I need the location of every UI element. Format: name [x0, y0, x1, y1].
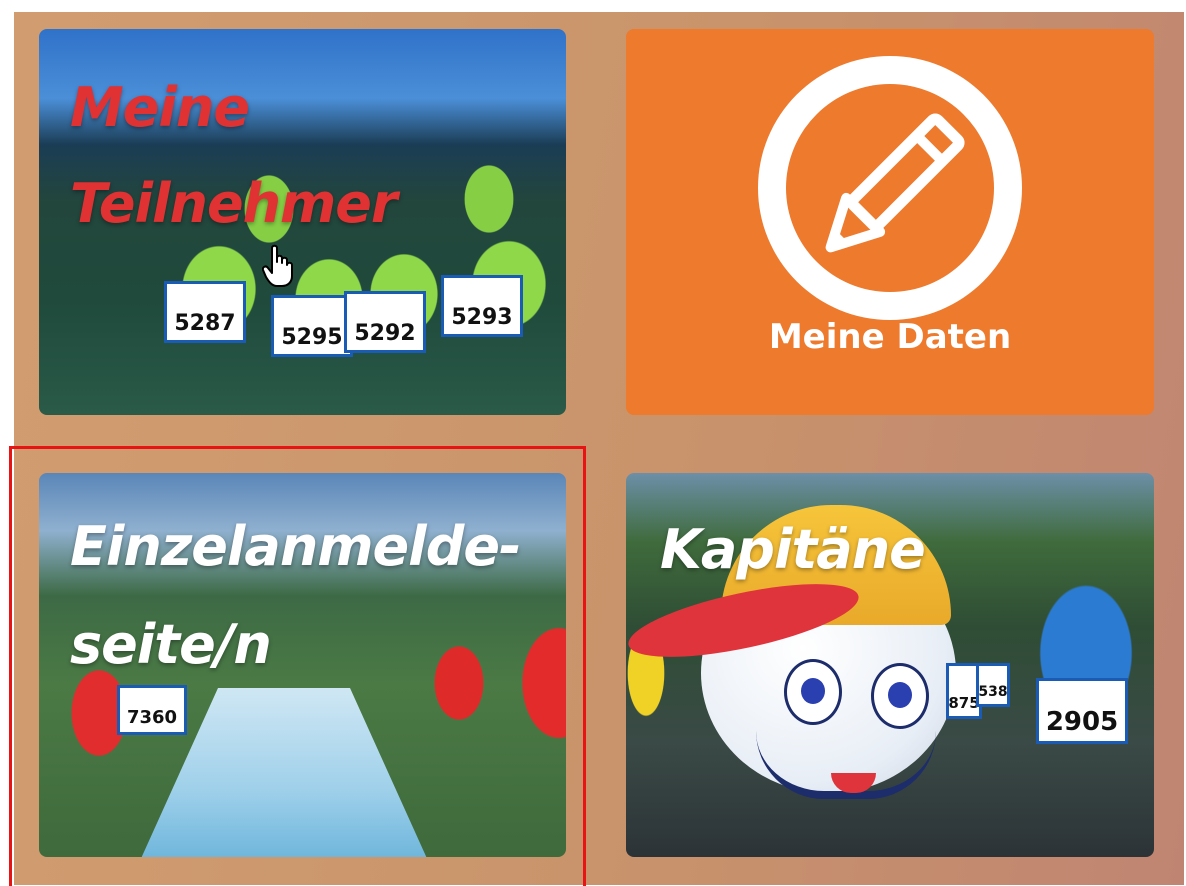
- tile-title-meine-teilnehmer: Meine Teilnehmer: [70, 76, 398, 235]
- hand-pointer-icon: [261, 244, 294, 288]
- bib-number: 5292: [344, 291, 426, 353]
- tile-meine-daten[interactable]: Meine Daten: [626, 29, 1154, 415]
- tile-title-kapitaene: Kapitäne: [660, 518, 926, 581]
- mascot-eye: [871, 663, 929, 729]
- bib-number: 2905: [1036, 678, 1128, 744]
- mascot-eye: [784, 659, 842, 725]
- pencil-icon: [758, 56, 1022, 320]
- bib-number: 5287: [164, 281, 246, 343]
- bib-number: 5293: [441, 275, 523, 337]
- tile-label-meine-daten: Meine Daten: [768, 317, 1012, 357]
- bib-number: 5295: [271, 295, 353, 357]
- tile-title-einzelanmeldeseite: Einzelanmelde-seite/n: [70, 515, 521, 676]
- bib-number: 538: [976, 663, 1010, 707]
